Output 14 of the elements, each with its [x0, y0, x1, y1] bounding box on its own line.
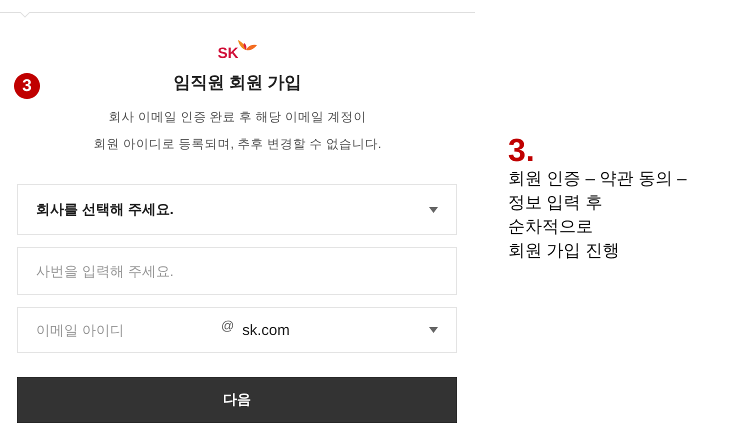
page-title: 임직원 회원 가입 — [173, 72, 302, 94]
caret-icon — [429, 206, 438, 212]
step-badge: 3 — [14, 73, 40, 99]
at-sign: @ — [221, 318, 234, 332]
description-text: 회사 이메일 인증 완료 후 해당 이메일 계정이 회원 아이디로 등록되며, 추후 변경할 수 없습니다. — [94, 109, 382, 153]
logo: SK — [218, 31, 258, 61]
domain-select[interactable]: sk.com — [242, 322, 438, 338]
caret-icon — [429, 327, 438, 333]
step-description: 회원 인증 – 약관 동의 – 정보 입력 후 순차적으로 회원 가입 진행 — [508, 168, 687, 262]
next-button[interactable]: 다음 — [17, 377, 457, 423]
company-select[interactable]: 회사를 선택해 주세요. — [17, 184, 457, 235]
employee-id-field[interactable]: 사번을 입력해 주세요. — [17, 247, 457, 295]
step-number: 3. — [508, 133, 536, 167]
butterfly-icon — [238, 40, 258, 51]
